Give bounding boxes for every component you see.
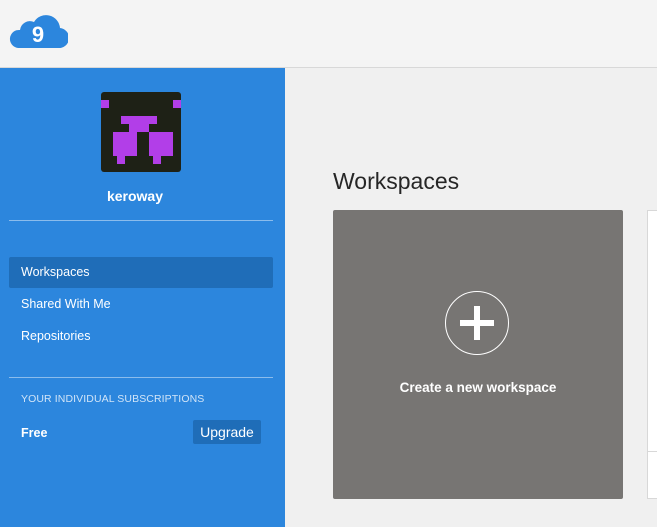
logo-text: 9 (32, 22, 44, 47)
username: keroway (106, 188, 164, 204)
divider (9, 377, 273, 378)
top-bar: 9 (0, 0, 657, 68)
pixel-avatar-icon[interactable] (101, 92, 181, 172)
create-workspace-card[interactable]: Create a new workspace (333, 210, 623, 499)
plus-icon (445, 291, 509, 355)
main-content: Workspaces Create a new workspace (285, 68, 657, 527)
create-workspace-label: Create a new workspace (399, 380, 557, 395)
plan-label: Free (21, 426, 48, 440)
subscriptions-heading: YOUR INDIVIDUAL SUBSCRIPTIONS (21, 393, 205, 405)
card-divider (648, 451, 657, 452)
nav-item-shared-with-me[interactable]: Shared With Me (9, 289, 273, 320)
nav-item-repositories[interactable]: Repositories (9, 321, 273, 352)
divider (9, 220, 273, 221)
upgrade-button[interactable]: Upgrade (193, 420, 261, 444)
page-title: Workspaces (333, 168, 460, 194)
nav-item-workspaces[interactable]: Workspaces (9, 257, 273, 288)
workspace-card-partial[interactable] (647, 210, 657, 499)
sidebar: keroway Workspaces Shared With Me Reposi… (0, 68, 285, 527)
cloud9-logo-icon[interactable]: 9 (8, 14, 68, 50)
